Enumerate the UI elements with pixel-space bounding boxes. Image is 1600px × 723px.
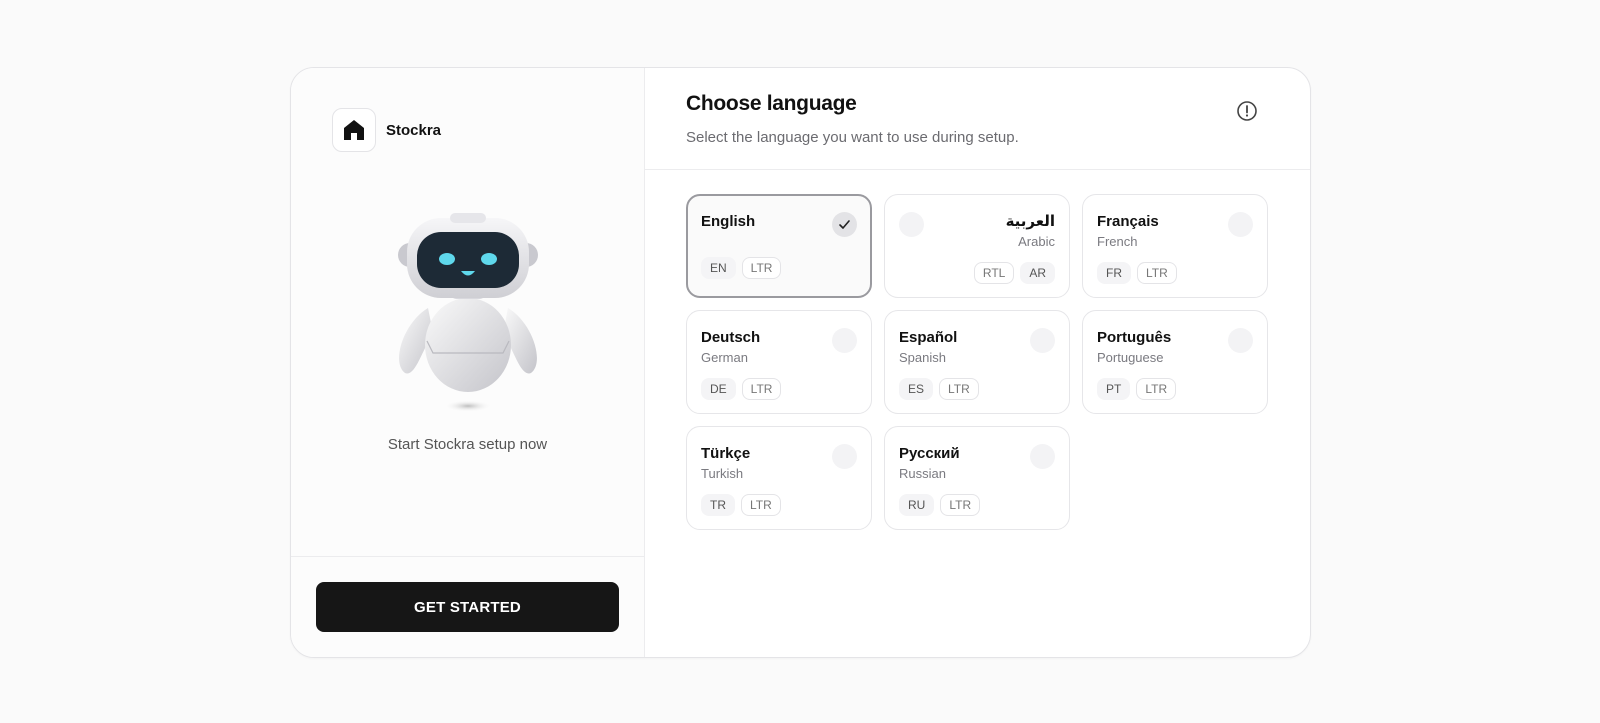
language-english-name: Arabic [1018,234,1055,249]
radio-circle-icon [832,444,857,469]
panel-header: Choose language Select the language you … [645,68,1310,170]
language-code-badge: PT [1097,378,1131,400]
language-code-badge: AR [1020,262,1055,284]
setup-tagline: Start Stockra setup now [387,436,548,453]
language-option-portuguese[interactable]: Português Portuguese PT LTR [1082,310,1268,414]
welcome-panel: Stockra Start Stockra setup now GET STAR… [291,68,645,657]
language-option-russian[interactable]: Русский Russian RU LTR [884,426,1070,530]
text-direction-badge: LTR [741,494,781,516]
radio-circle-icon [832,328,857,353]
language-option-arabic[interactable]: العربية Arabic RTL AR [884,194,1070,298]
left-footer: GET STARTED [291,556,644,657]
text-direction-badge: LTR [741,378,782,400]
robot-illustration [393,213,543,413]
language-code-badge: TR [701,494,735,516]
home-icon [332,108,376,152]
language-code-badge: ES [899,378,934,400]
radio-circle-icon [1030,444,1055,469]
language-english-name: German [701,350,748,365]
language-english-name: Spanish [899,350,946,365]
language-option-english[interactable]: English EN LTR [686,194,872,298]
check-icon [832,212,857,237]
language-english-name: Russian [899,466,946,481]
get-started-button[interactable]: GET STARTED [316,582,619,632]
info-icon[interactable] [1236,100,1258,122]
text-direction-badge: LTR [940,494,981,516]
language-option-german[interactable]: Deutsch German DE LTR [686,310,872,414]
page-title: Choose language [686,92,857,115]
language-grid: English EN LTR العربية Arabic RTL AR Fra… [686,194,1268,530]
radio-circle-icon [1228,212,1253,237]
language-code-badge: EN [701,257,736,279]
text-direction-badge: LTR [939,378,979,400]
radio-circle-icon [899,212,924,237]
setup-card: Stockra Start Stockra setup now GET STAR… [290,67,1311,658]
language-option-spanish[interactable]: Español Spanish ES LTR [884,310,1070,414]
language-english-name: Portuguese [1097,350,1164,365]
language-code-badge: FR [1097,262,1131,284]
page-subtitle: Select the language you want to use duri… [686,129,1019,146]
brand: Stockra [332,108,441,152]
text-direction-badge: RTL [973,262,1015,284]
brand-name: Stockra [386,121,442,139]
text-direction-badge: LTR [1137,262,1177,284]
text-direction-badge: LTR [1136,378,1177,400]
language-option-turkish[interactable]: Türkçe Turkish TR LTR [686,426,872,530]
language-english-name: French [1097,234,1138,249]
language-code-badge: DE [701,378,736,400]
language-option-french[interactable]: Français French FR LTR [1082,194,1268,298]
radio-circle-icon [1228,328,1253,353]
text-direction-badge: LTR [741,257,782,279]
radio-circle-icon [1030,328,1055,353]
language-panel: Choose language Select the language you … [645,68,1310,657]
language-code-badge: RU [899,494,935,516]
language-english-name: Turkish [701,466,744,481]
